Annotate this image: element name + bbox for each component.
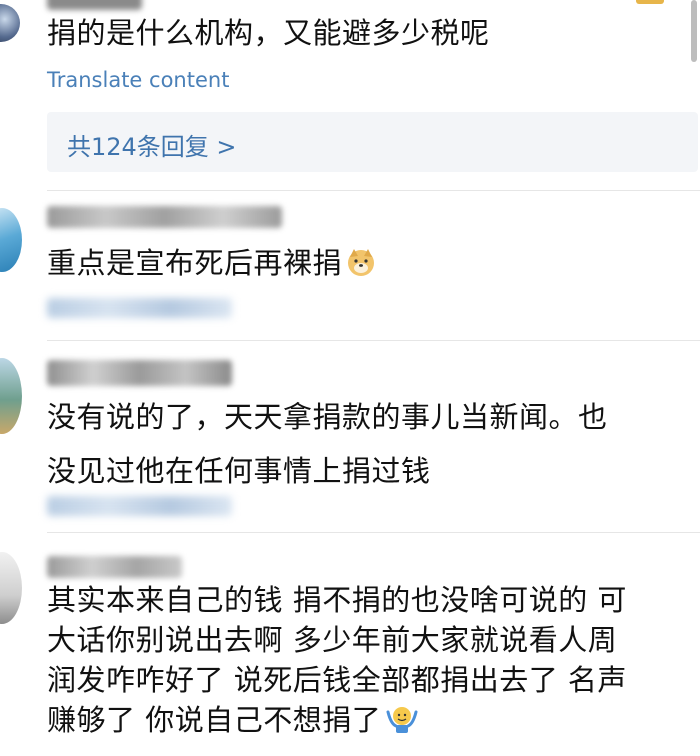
comment-text: 没有说的了，天天拿捐款的事儿当新闻。也 没见过他在任何事情上捐过钱 — [47, 400, 608, 488]
doge-emoji — [346, 240, 376, 294]
divider — [47, 532, 700, 533]
divider — [47, 190, 700, 191]
translate-link-blurred[interactable] — [47, 496, 232, 516]
top-right-badge — [636, 0, 664, 4]
shrug-emoji — [385, 704, 419, 744]
translate-link-blurred[interactable] — [47, 298, 232, 318]
username-blurred[interactable] — [47, 206, 282, 228]
username-blurred[interactable] — [47, 360, 232, 386]
reply-count-link[interactable]: 共124条回复 > — [67, 127, 237, 162]
username-blurred[interactable] — [47, 556, 182, 578]
divider — [47, 340, 700, 341]
translate-link[interactable]: Translate content — [47, 68, 229, 92]
avatar[interactable] — [0, 4, 20, 42]
reply-summary-box[interactable]: 共124条回复 > — [47, 112, 698, 172]
comment-text: 其实本来自己的钱 捐不捐的也没啥可说的 可 大话你别说出去啊 多少年前大家就说看… — [47, 580, 627, 744]
comment-text: 重点是宣布死后再裸捐 — [47, 236, 376, 294]
avatar[interactable] — [0, 358, 22, 434]
avatar[interactable] — [0, 208, 22, 272]
avatar[interactable] — [0, 552, 22, 624]
comment-text: 捐的是什么机构，又能避多少税呢 — [47, 16, 490, 50]
scrollbar[interactable] — [691, 0, 697, 62]
